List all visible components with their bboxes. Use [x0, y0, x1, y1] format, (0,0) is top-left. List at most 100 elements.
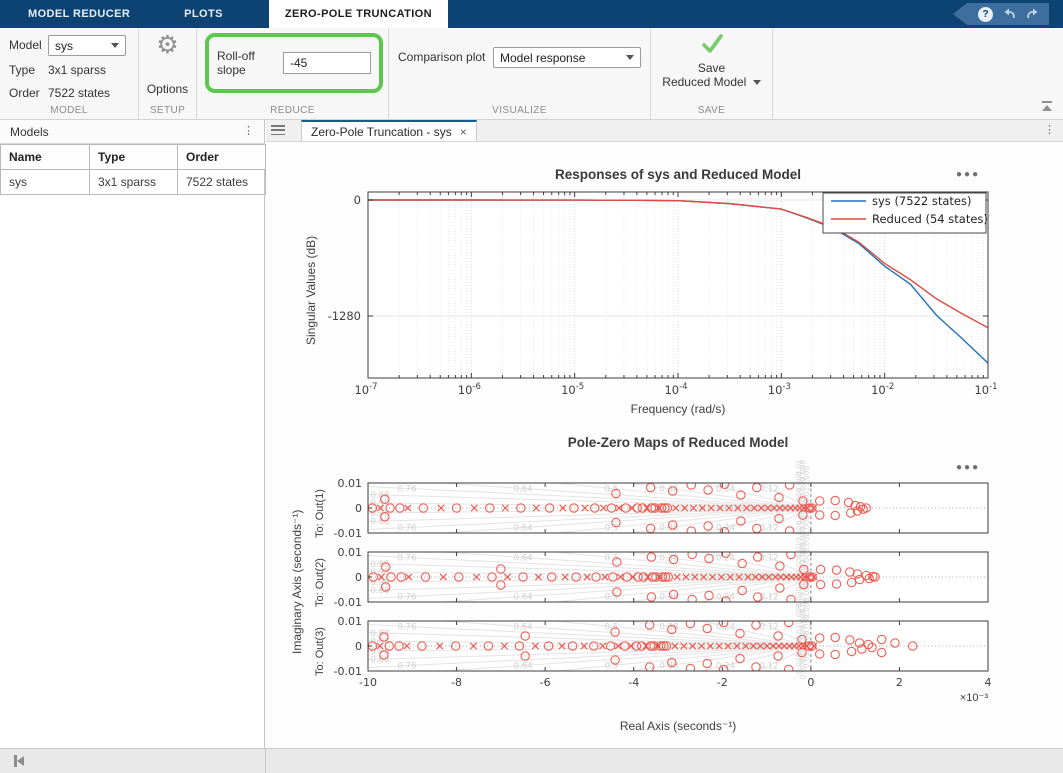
document-tab[interactable]: Zero-Pole Truncation - sys × [301, 120, 477, 141]
svg-text:10-4: 10-4 [664, 382, 687, 397]
svg-text:0.12: 0.12 [760, 485, 779, 495]
svg-text:-1280: -1280 [328, 309, 361, 323]
svg-text:0.64: 0.64 [514, 662, 533, 672]
section-save: Save Reduced Model SAVE [651, 28, 772, 119]
svg-text:10-7: 10-7 [354, 382, 377, 397]
roll-off-slope-input[interactable] [283, 52, 371, 74]
section-model: Model sys Type 3x1 sparss Order 7522 sta… [0, 28, 138, 119]
model-dropdown-value: sys [55, 39, 73, 53]
svg-text:0.64: 0.64 [514, 593, 533, 603]
svg-text:0.01: 0.01 [338, 477, 363, 490]
svg-text:10-1: 10-1 [974, 382, 997, 397]
pz-plot-title: Pole-Zero Maps of Reduced Model [368, 435, 988, 450]
pz-plot-ylabel: Imaginary Axis (seconds⁻¹) [290, 510, 304, 654]
svg-text:0.64: 0.64 [514, 554, 533, 564]
chevron-down-icon [753, 80, 761, 85]
roll-off-highlight-box: Roll-off slope [205, 33, 383, 93]
svg-text:sys (7522 states): sys (7522 states) [872, 194, 971, 208]
response-plot-menu-button[interactable]: ●●● [956, 169, 980, 180]
svg-text:-0.01: -0.01 [334, 665, 362, 678]
checkmark-icon [699, 32, 725, 56]
tab-plots[interactable]: PLOTS [168, 0, 239, 28]
svg-text:0.24: 0.24 [716, 662, 735, 672]
save-button-line2: Reduced Model [651, 75, 772, 89]
svg-text:0: 0 [354, 193, 361, 207]
cell-order[interactable]: 7522 states [178, 170, 266, 195]
col-type[interactable]: Type [90, 145, 178, 170]
svg-text:2: 2 [896, 676, 903, 689]
col-name[interactable]: Name [1, 145, 90, 170]
chevron-down-icon [626, 55, 634, 60]
document-area: Zero-Pole Truncation - sys × ⋮ 0 -1280 10-… [266, 120, 1063, 748]
svg-text:0.76: 0.76 [397, 623, 416, 633]
order-value: 7522 states [48, 86, 110, 100]
response-plot-title: Responses of sys and Reduced Model [368, 167, 988, 182]
options-button[interactable]: Options [139, 82, 196, 96]
panel-menu-icon[interactable]: ⋮ [243, 126, 254, 137]
document-list-icon[interactable] [271, 125, 285, 135]
svg-text:4: 4 [985, 676, 992, 689]
svg-text:0: 0 [355, 571, 362, 584]
gear-icon[interactable]: ⚙ [139, 33, 196, 58]
svg-text:0.64: 0.64 [514, 623, 533, 633]
svg-text:-6: -6 [540, 676, 551, 689]
svg-text:0.76: 0.76 [397, 485, 416, 495]
section-caption-reduce: REDUCE [197, 105, 388, 116]
model-label: Model [9, 38, 42, 52]
svg-text:0.006: 0.006 [798, 658, 807, 680]
order-label: Order [9, 86, 40, 100]
svg-text:0.5: 0.5 [605, 524, 619, 534]
main-area: Models ⋮ Name Type Order sys 3x1 sparss … [0, 120, 1063, 748]
comparison-plot-label: Comparison plot [398, 50, 485, 64]
svg-text:-0.01: -0.01 [334, 527, 362, 540]
tab-zero-pole-truncation[interactable]: ZERO-POLE TRUNCATION [269, 0, 448, 28]
redo-icon[interactable] [1025, 7, 1041, 21]
status-bar [0, 748, 1063, 773]
svg-text:10-6: 10-6 [458, 382, 481, 397]
type-label: Type [9, 63, 35, 77]
cell-type[interactable]: 3x1 sparss [90, 170, 178, 195]
close-icon[interactable]: × [460, 125, 467, 139]
svg-text:0.64: 0.64 [514, 485, 533, 495]
svg-text:0.12: 0.12 [760, 593, 779, 603]
svg-text:-0.01: -0.01 [334, 596, 362, 609]
svg-text:0.24: 0.24 [716, 524, 735, 534]
svg-text:0.76: 0.76 [397, 662, 416, 672]
models-table: Name Type Order sys 3x1 sparss 7522 stat… [0, 144, 266, 195]
section-caption-save: SAVE [651, 105, 772, 116]
svg-text:-8: -8 [451, 676, 462, 689]
pz-row1-label: To: Out(1) [314, 489, 326, 538]
cell-name[interactable]: sys [1, 170, 90, 195]
comparison-plot-value: Model response [500, 51, 585, 65]
table-row[interactable]: sys 3x1 sparss 7522 states [1, 170, 266, 195]
svg-text:Reduced (54 states): Reduced (54 states) [872, 212, 988, 226]
svg-text:0.24: 0.24 [716, 485, 735, 495]
svg-text:0.01: 0.01 [338, 546, 363, 559]
model-dropdown[interactable]: sys [48, 35, 126, 56]
quick-access-toolbar: ? [953, 3, 1049, 25]
pz-plot-menu-button[interactable]: ●●● [956, 462, 980, 473]
document-body: 0-128010-710-610-510-410-310-210-1sys (7… [266, 142, 1063, 748]
svg-text:0.5: 0.5 [605, 662, 619, 672]
svg-text:0: 0 [355, 640, 362, 653]
svg-text:0.24: 0.24 [716, 554, 735, 564]
collapse-toolstrip-icon[interactable] [1041, 101, 1053, 111]
svg-text:10-3: 10-3 [768, 382, 791, 397]
save-reduced-model-button[interactable]: Save Reduced Model [651, 32, 772, 89]
pz-row2-label: To: Out(2) [314, 558, 326, 607]
help-icon[interactable]: ? [978, 7, 993, 22]
svg-text:0.76: 0.76 [397, 593, 416, 603]
undo-icon[interactable] [1001, 7, 1017, 21]
models-table-header: Name Type Order [1, 145, 266, 170]
svg-text:0.5: 0.5 [605, 554, 619, 564]
col-order[interactable]: Order [178, 145, 266, 170]
models-panel-header: Models ⋮ [0, 120, 264, 144]
tab-model-reducer[interactable]: MODEL REDUCER [12, 0, 146, 28]
pz-x-multiplier: ×10⁻³ [928, 691, 988, 704]
document-tab-title: Zero-Pole Truncation - sys [311, 125, 452, 139]
comparison-plot-dropdown[interactable]: Model response [493, 47, 641, 68]
svg-text:0.12: 0.12 [760, 662, 779, 672]
collapse-panel-icon[interactable] [14, 755, 26, 767]
svg-text:-10: -10 [359, 676, 377, 689]
document-menu-icon[interactable]: ⋮ [1044, 125, 1055, 136]
